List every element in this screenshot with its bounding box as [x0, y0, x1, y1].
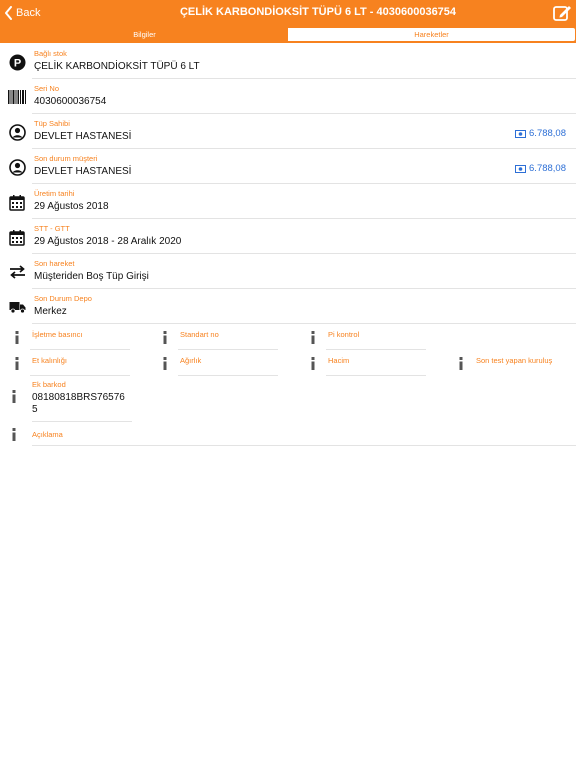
info-icon [308, 356, 318, 370]
field-bagli-stok: P Bağlı stok ÇELİK KARBONDİOKSİT TÜPÜ 6 … [0, 44, 576, 79]
nav-bar: Back ÇELİK KARBONDİOKSİT TÜPÜ 6 LT - 403… [0, 0, 576, 26]
info-son-test-yapan-kurulus[interactable]: Son test yapan kuruluş [456, 350, 574, 376]
balance-value: 6.788,08 [529, 163, 566, 174]
truck-icon [8, 298, 26, 316]
field-value: 4030600036754 [34, 96, 107, 107]
field-son-hareket: Son hareket Müşteriden Boş Tüp Girişi [0, 254, 576, 289]
tab-bilgiler[interactable]: Bilgiler [1, 28, 288, 41]
user-circle-icon [8, 158, 26, 176]
field-value: ÇELİK KARBONDİOKSİT TÜPÜ 6 LT [34, 61, 200, 72]
segmented-tabs: Bilgiler Hareketler [0, 26, 576, 43]
info-label: Ağırlık [180, 356, 202, 365]
info-label: Hacim [328, 356, 350, 365]
user-circle-icon [8, 123, 26, 141]
field-ek-barkod[interactable]: Ek barkod 08180818BRS76576 5 [0, 376, 576, 422]
info-label: Son test yapan kuruluş [476, 356, 553, 365]
field-value: DEVLET HASTANESİ [34, 166, 132, 177]
info-label: Et kalınlığı [32, 356, 68, 365]
field-seri-no: Seri No 4030600036754 [0, 79, 576, 114]
info-hacim[interactable]: Hacim [308, 350, 448, 376]
tab-hareketler[interactable]: Hareketler [288, 28, 575, 41]
info-standart-no[interactable]: Standart no [160, 324, 300, 350]
field-label: STT - GTT [34, 224, 70, 233]
info-icon [12, 356, 22, 370]
calendar-icon [8, 193, 26, 211]
field-label: Son Durum Depo [34, 294, 92, 303]
info-icon [308, 330, 318, 344]
field-value: DEVLET HASTANESİ [34, 131, 132, 142]
info-icon [160, 356, 170, 370]
info-value: 08180818BRS76576 5 [32, 392, 125, 415]
balance-amount: 6.788,08 [515, 163, 566, 174]
svg-text:P: P [13, 57, 20, 69]
edit-button[interactable] [552, 3, 572, 23]
field-stt-gtt: STT - GTT 29 Ağustos 2018 - 28 Aralık 20… [0, 219, 576, 254]
transfer-arrows-icon [8, 263, 26, 281]
parking-p-icon: P [8, 53, 26, 71]
info-icon [456, 356, 466, 370]
field-label: Seri No [34, 84, 60, 93]
money-icon [515, 129, 527, 138]
divider [32, 445, 576, 446]
edit-icon [553, 6, 571, 21]
info-et-kalinligi[interactable]: Et kalınlığı [12, 350, 152, 376]
balance-value: 6.788,08 [529, 128, 566, 139]
field-value: Merkez [34, 306, 67, 317]
field-label: Son durum müşteri [34, 154, 98, 163]
field-value: 29 Ağustos 2018 [34, 201, 109, 212]
info-icon [11, 428, 21, 442]
calendar-icon [8, 228, 26, 246]
field-value: 29 Ağustos 2018 - 28 Aralık 2020 [34, 236, 182, 247]
chevron-left-icon [5, 6, 12, 20]
info-label: Açıklama [32, 430, 63, 439]
field-son-durum-musteri[interactable]: Son durum müşteri DEVLET HASTANESİ 6.788… [0, 149, 576, 184]
field-value: Müşteriden Boş Tüp Girişi [34, 271, 149, 282]
back-label: Back [16, 7, 41, 19]
info-agirlik[interactable]: Ağırlık [160, 350, 300, 376]
info-label: Pi kontrol [328, 330, 360, 339]
field-label: Tüp Sahibi [34, 119, 70, 128]
barcode-icon [8, 88, 26, 106]
info-label: İşletme basıncı [32, 330, 83, 339]
field-label: Son hareket [34, 259, 75, 268]
info-label: Ek barkod [32, 380, 66, 389]
field-label: Üretim tarihi [34, 189, 75, 198]
field-label: Bağlı stok [34, 49, 67, 58]
info-icon [12, 330, 22, 344]
page-title: ÇELİK KARBONDİOKSİT TÜPÜ 6 LT - 40306000… [179, 6, 457, 18]
back-button[interactable]: Back [4, 4, 40, 22]
info-isletme-basinci[interactable]: İşletme basıncı [12, 324, 152, 350]
money-icon [515, 164, 527, 173]
balance-amount: 6.788,08 [515, 128, 566, 139]
field-aciklama[interactable]: Açıklama [0, 422, 576, 446]
field-uretim-tarihi: Üretim tarihi 29 Ağustos 2018 [0, 184, 576, 219]
field-tup-sahibi[interactable]: Tüp Sahibi DEVLET HASTANESİ 6.788,08 [0, 114, 576, 149]
info-icon [11, 390, 21, 404]
info-icon [160, 330, 170, 344]
info-pi-kontrol[interactable]: Pi kontrol [308, 324, 448, 350]
info-label: Standart no [180, 330, 219, 339]
field-son-durum-depo: Son Durum Depo Merkez [0, 289, 576, 324]
